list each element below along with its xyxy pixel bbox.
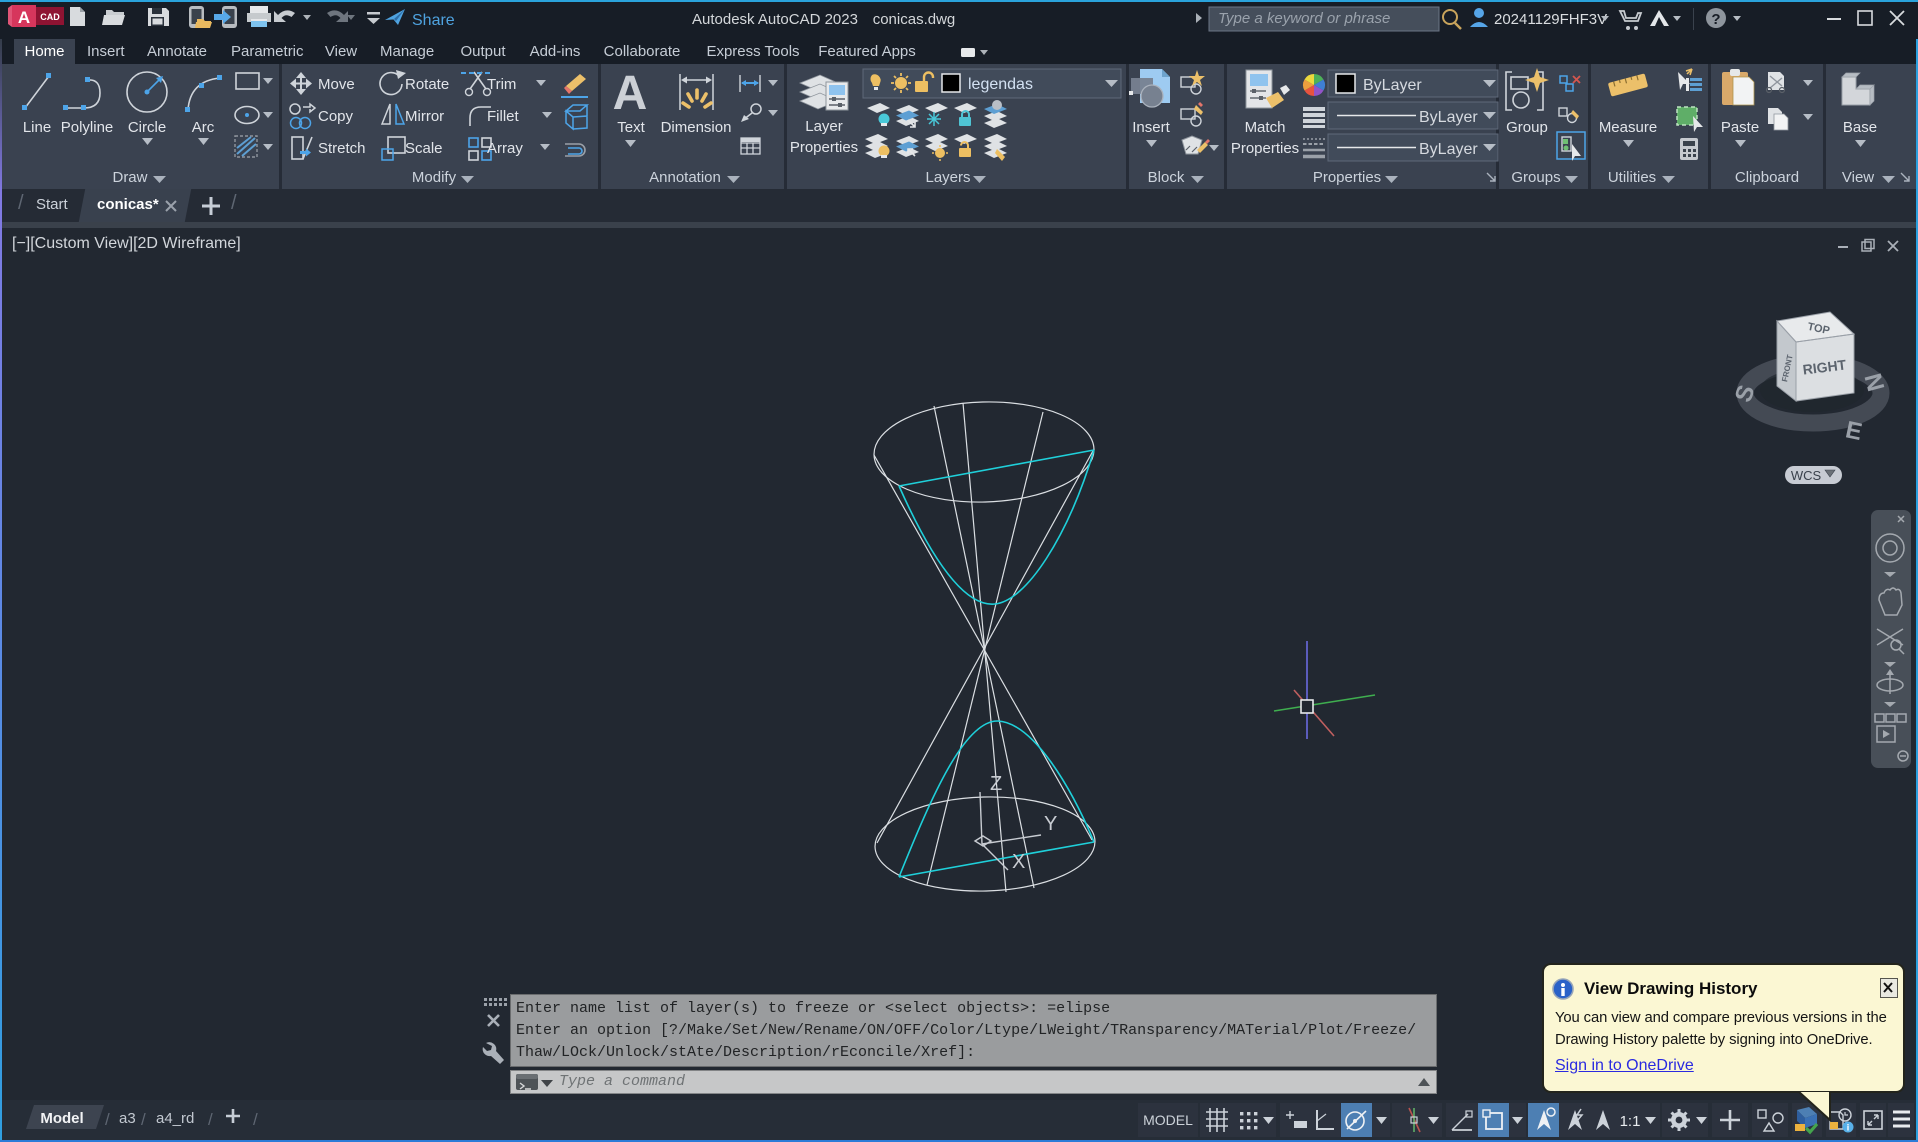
svg-text:Move: Move (318, 76, 355, 93)
svg-text:ByLayer: ByLayer (1419, 141, 1478, 158)
svg-text:MODEL: MODEL (1143, 1112, 1193, 1128)
svg-text:Clipboard: Clipboard (1735, 169, 1799, 186)
svg-text:Dimension: Dimension (661, 119, 732, 136)
svg-text:Measure: Measure (1599, 119, 1657, 136)
svg-text:Match: Match (1245, 119, 1286, 136)
svg-text:a3: a3 (119, 1110, 136, 1127)
svg-text:Scale: Scale (405, 140, 443, 157)
svg-text:/: / (208, 1110, 213, 1129)
svg-text:X: X (1012, 851, 1025, 873)
svg-text:legendas: legendas (968, 76, 1033, 93)
svg-text:Properties: Properties (1313, 169, 1381, 186)
svg-text:Model: Model (40, 1110, 83, 1127)
svg-text:Polyline: Polyline (61, 119, 114, 136)
svg-text:Properties: Properties (1231, 140, 1299, 157)
svg-text:Circle: Circle (128, 119, 166, 136)
svg-text:View: View (1842, 169, 1874, 186)
svg-text:i: i (1847, 1123, 1850, 1133)
svg-text:CAD: CAD (40, 12, 60, 22)
svg-text:Properties: Properties (790, 139, 858, 156)
svg-text:?: ? (1711, 11, 1720, 28)
svg-text:Arc: Arc (192, 119, 215, 136)
svg-text:Modify: Modify (412, 169, 457, 186)
svg-text:Block: Block (1148, 169, 1185, 186)
svg-text:Group: Group (1506, 119, 1548, 136)
svg-text:A: A (613, 67, 648, 120)
svg-text:Utilities: Utilities (1608, 169, 1656, 186)
svg-text:Stretch: Stretch (318, 140, 366, 157)
svg-text:ByLayer: ByLayer (1363, 77, 1422, 94)
svg-text:Trim: Trim (487, 76, 516, 93)
svg-text:Groups: Groups (1511, 169, 1560, 186)
svg-text:conicas.dwg: conicas.dwg (873, 11, 956, 28)
svg-text:ByLayer: ByLayer (1419, 109, 1478, 126)
svg-text:20241129FHF3V: 20241129FHF3V (1494, 11, 1607, 28)
svg-text:Mirror: Mirror (405, 108, 444, 125)
svg-text:Annotation: Annotation (649, 169, 721, 186)
svg-text:Copy: Copy (318, 108, 354, 125)
svg-text:WCS: WCS (1791, 468, 1822, 483)
svg-text:Autodesk AutoCAD 2023: Autodesk AutoCAD 2023 (692, 11, 858, 28)
svg-text:Share: Share (412, 12, 455, 29)
svg-text:Type a keyword or phrase: Type a keyword or phrase (1218, 10, 1390, 27)
svg-text:Insert: Insert (1132, 119, 1170, 136)
svg-text:a4_rd: a4_rd (156, 1110, 194, 1127)
svg-text:Text: Text (617, 119, 645, 136)
svg-text:Y: Y (1044, 813, 1057, 835)
svg-text:/: / (141, 1110, 146, 1129)
svg-text:Line: Line (23, 119, 51, 136)
svg-text:Layers: Layers (925, 169, 970, 186)
svg-text:Layer: Layer (805, 118, 843, 135)
svg-text:Rotate: Rotate (405, 76, 449, 93)
svg-text:Fillet: Fillet (487, 108, 520, 125)
svg-text:A: A (18, 8, 30, 27)
svg-text:Paste: Paste (1721, 119, 1759, 136)
svg-text:Array: Array (487, 140, 523, 157)
svg-text:/: / (253, 1110, 258, 1129)
svg-text:1:1: 1:1 (1620, 1113, 1641, 1130)
svg-text:Draw: Draw (112, 169, 147, 186)
svg-text:Base: Base (1843, 119, 1877, 136)
svg-text:/: / (105, 1110, 110, 1129)
svg-text:Z: Z (990, 773, 1002, 795)
